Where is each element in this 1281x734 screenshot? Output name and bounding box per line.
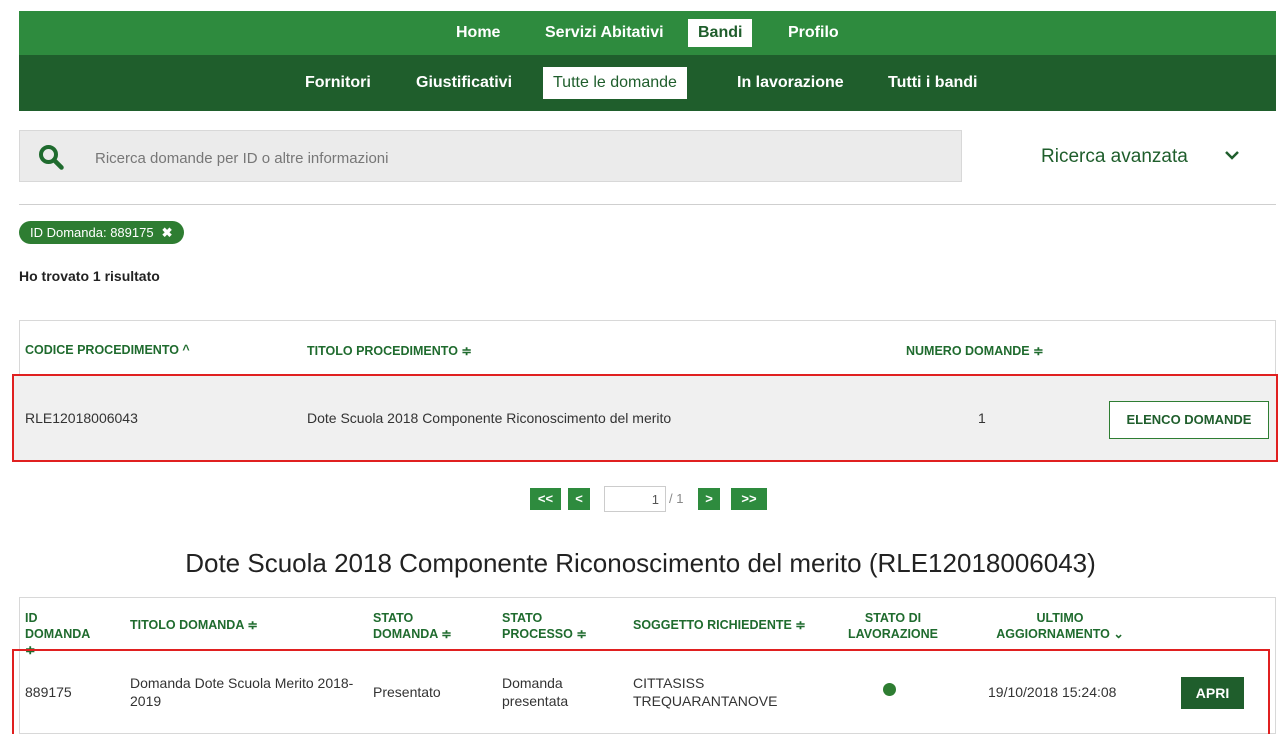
cell-id-domanda: 889175: [25, 684, 72, 700]
column-header-codice-procedimento[interactable]: CODICE PROCEDIMENTO ^: [25, 343, 190, 357]
column-header-soggetto-richiedente[interactable]: SOGGETTO RICHIEDENTE ≑: [633, 617, 806, 633]
cell-numero-domande: 1: [978, 410, 986, 426]
filter-chip: ID Domanda: 889175 ✖: [19, 221, 184, 244]
cell-stato-processo: Domanda presentata: [502, 675, 569, 709]
column-header-numero-domande[interactable]: NUMERO DOMANDE ≑: [906, 343, 1044, 358]
results-count: Ho trovato 1 risultato: [19, 268, 160, 284]
subnav-item-fornitori[interactable]: Fornitori: [295, 67, 381, 99]
search-icon[interactable]: [38, 144, 64, 170]
cell-ultimo-aggiornamento: 19/10/2018 15:24:08: [988, 684, 1117, 700]
last-page-button[interactable]: >>: [731, 488, 767, 510]
nav-item-home[interactable]: Home: [446, 19, 510, 47]
divider: [19, 204, 1276, 205]
column-header-stato-domanda[interactable]: STATO DOMANDA ≑: [373, 610, 468, 642]
nav-item-servizi-abitativi[interactable]: Servizi Abitativi: [535, 19, 674, 47]
prev-page-button[interactable]: <: [568, 488, 590, 510]
cell-stato-domanda: Presentato: [373, 684, 441, 700]
subnav-item-giustificativi[interactable]: Giustificativi: [406, 67, 522, 99]
remove-filter-icon[interactable]: ✖: [162, 225, 173, 240]
status-dot-icon: [883, 683, 896, 696]
sub-nav: Fornitori Giustificativi Tutte le domand…: [19, 55, 1276, 111]
advanced-search-toggle[interactable]: Ricerca avanzata: [1041, 146, 1188, 168]
cell-titolo-procedimento: Dote Scuola 2018 Componente Riconoscimen…: [307, 410, 672, 426]
page-number-input[interactable]: [604, 486, 666, 512]
next-page-button[interactable]: >: [698, 488, 720, 510]
nav-item-profilo[interactable]: Profilo: [778, 19, 849, 47]
nav-item-bandi[interactable]: Bandi: [688, 19, 753, 47]
subnav-item-tutte-le-domande[interactable]: Tutte le domande: [543, 67, 687, 99]
column-header-titolo-procedimento[interactable]: TITOLO PROCEDIMENTO ≑: [307, 343, 472, 358]
cell-titolo-domanda: Domanda Dote Scuola Merito 2018-2019: [130, 675, 354, 709]
search-input[interactable]: [93, 144, 947, 172]
apri-button[interactable]: APRI: [1181, 677, 1244, 709]
cell-codice-procedimento: RLE12018006043: [25, 410, 138, 426]
subnav-item-tutti-i-bandi[interactable]: Tutti i bandi: [878, 67, 987, 99]
chevron-down-icon[interactable]: [1224, 150, 1240, 162]
column-header-stato-lavorazione: STATO DI LAVORAZIONE: [847, 611, 939, 641]
first-page-button[interactable]: <<: [530, 488, 561, 510]
filter-chip-label: ID Domanda: 889175: [30, 225, 154, 240]
column-header-titolo-domanda[interactable]: TITOLO DOMANDA ≑: [130, 617, 258, 633]
column-header-ultimo-aggiornamento[interactable]: ULTIMO AGGIORNAMENTO ⌄: [985, 610, 1135, 642]
elenco-domande-button[interactable]: ELENCO DOMANDE: [1109, 401, 1269, 439]
column-header-stato-processo[interactable]: STATO PROCESSO ≑: [502, 610, 597, 642]
main-nav: Home Servizi Abitativi Bandi Profilo: [19, 11, 1276, 55]
page-total: / 1: [669, 491, 684, 506]
section-title: Dote Scuola 2018 Componente Riconoscimen…: [185, 548, 1096, 578]
subnav-item-in-lavorazione[interactable]: In lavorazione: [727, 67, 854, 99]
search-bar: [19, 130, 962, 182]
cell-soggetto-richiedente: CITTASISS TREQUARANTANOVE: [633, 675, 778, 709]
